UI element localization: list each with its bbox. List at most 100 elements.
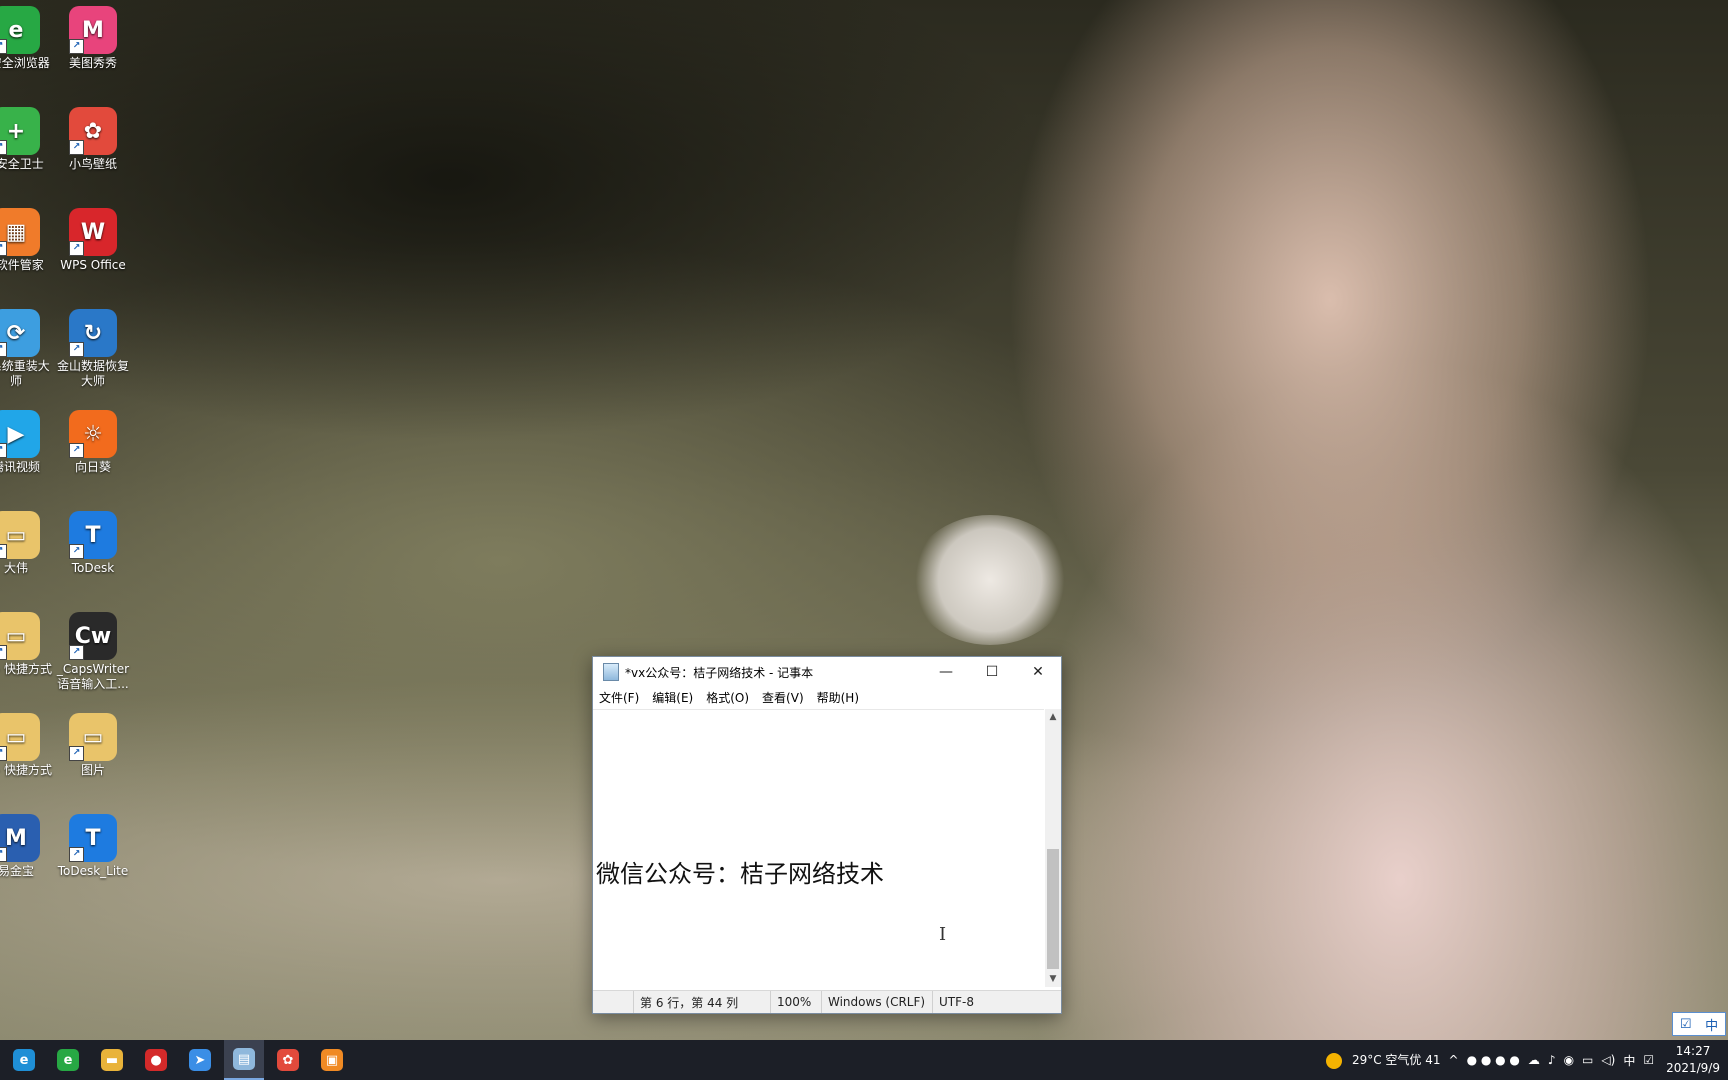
weather-text: 29°C 空气优 41 (1351, 1053, 1441, 1068)
pictures-folder-icon: ▭ ↗ (69, 713, 117, 761)
notepad-icon: ▤ (233, 1048, 255, 1070)
meitu-icon: M ↗ (69, 6, 117, 54)
taskbar-app-button[interactable]: ● (136, 1040, 176, 1080)
desktop-shortcut-label: 件 - 快捷方式 (0, 662, 52, 676)
desktop-shortcut[interactable]: T ↗ ToDesk (55, 511, 131, 576)
microphone-icon[interactable]: ♪ (1548, 1053, 1556, 1067)
desktop-shortcut-label: 美图秀秀 (68, 56, 117, 70)
ime-floating-bar[interactable]: ☑ 中 (1672, 1012, 1726, 1036)
capswriter-icon: Cw ↗ (69, 612, 117, 660)
clock-time: 14:27 (1675, 1044, 1711, 1058)
menu-help[interactable]: 帮助(H) (817, 689, 866, 706)
vertical-scrollbar[interactable]: ▲ ▼ (1045, 709, 1061, 987)
desktop-shortcut[interactable]: M ↗ 美图秀秀 (55, 6, 131, 71)
close-button[interactable]: ✕ (1015, 657, 1061, 687)
taskbar-app-button[interactable]: e (48, 1040, 88, 1080)
text-editor-area[interactable]: 微信公众号：桔子网络技术 I (593, 709, 1044, 988)
system-clock[interactable]: 14:27 2021/9/9 (1658, 1043, 1728, 1077)
taskbar-app-button[interactable]: ▣ (312, 1040, 352, 1080)
desktop-shortcut[interactable]: ▭↗ 大伟 (0, 511, 54, 576)
taskbar-app-button[interactable]: ➤ (180, 1040, 220, 1080)
desktop-shortcut[interactable]: Cw ↗ _CapsWriter语音输入工... (55, 612, 131, 692)
scroll-down-arrow-icon[interactable]: ▼ (1045, 971, 1061, 987)
maximize-button[interactable]: ☐ (969, 657, 1015, 687)
desktop-shortcut[interactable]: ▭ ↗ 图片 (55, 713, 131, 778)
desktop-shortcut[interactable]: ▭↗ 件 - 快捷方式 (0, 612, 54, 677)
shortcut-arrow-icon: ↗ (69, 645, 84, 660)
shortcut-arrow-icon: ↗ (69, 544, 84, 559)
qq-tray-icons[interactable]: ● ● ● ● (1467, 1053, 1520, 1067)
desktop-shortcut[interactable]: M↗ 易金宝 (0, 814, 54, 879)
action-center-icon[interactable]: ☑ (1643, 1053, 1654, 1067)
wechat-icon[interactable]: ◉ (1564, 1053, 1574, 1067)
desktop-shortcut-label: WPS Office (60, 258, 126, 272)
bird-wallpaper-icon: ✿ ↗ (69, 107, 117, 155)
desktop-shortcut[interactable]: W ↗ WPS Office (55, 208, 131, 273)
desktop-shortcut-label: 0安全浏览器 (0, 56, 50, 70)
tray-ime-indicator[interactable]: 中 (1623, 1052, 1635, 1069)
desktop-shortcut[interactable]: ☼ ↗ 向日葵 (55, 410, 131, 475)
shortcut-arrow-icon: ↗ (69, 140, 84, 155)
shortcut-arrow-icon: ↗ (0, 140, 7, 155)
folder-icon: ▭↗ (0, 511, 40, 559)
taskbar-app-button[interactable]: ▤ (224, 1040, 264, 1080)
edge-icon: e (13, 1049, 35, 1071)
status-line-ending: Windows (CRLF) (821, 991, 932, 1013)
weather-widget[interactable]: 29°C 空气优 41 (1326, 1051, 1441, 1069)
system-reinstall-icon: ⟳↗ (0, 309, 40, 357)
taskbar-app-button[interactable]: e (4, 1040, 44, 1080)
desktop-shortcut[interactable]: ↻ ↗ 金山数据恢复大师 (55, 309, 131, 389)
desktop-shortcut[interactable]: ▶↗ 腾讯视频 (0, 410, 54, 475)
ime-mode[interactable]: 中 (1705, 1015, 1718, 1034)
taskbar-apps: e e ▬ ● ➤ ▤ ✿ ▣ (0, 1040, 352, 1080)
shortcut-arrow-icon: ↗ (69, 746, 84, 761)
desktop-shortcut[interactable]: ✿ ↗ 小鸟壁纸 (55, 107, 131, 172)
scrollbar-thumb[interactable] (1047, 849, 1059, 969)
volume-icon[interactable]: ◁) (1601, 1053, 1615, 1067)
menu-edit[interactable]: 编辑(E) (652, 689, 700, 706)
shortcut-arrow-icon: ↗ (0, 39, 7, 54)
bird-wallpaper-icon: ✿ (277, 1049, 299, 1071)
desktop-shortcut-label: 0安全卫士 (0, 157, 44, 171)
desktop-shortcut-label: 0软件管家 (0, 258, 44, 272)
scroll-up-arrow-icon[interactable]: ▲ (1045, 709, 1061, 725)
menu-file[interactable]: 文件(F) (599, 689, 646, 706)
notepad-titlebar[interactable]: *vx公众号：桔子网络技术 - 记事本 — ☐ ✕ (593, 657, 1061, 687)
desktop-shortcut[interactable]: ▦↗ 0软件管家 (0, 208, 54, 273)
wallpaper-dandelion (910, 515, 1070, 645)
ime-check-icon[interactable]: ☑ (1680, 1017, 1692, 1032)
menu-format[interactable]: 格式(O) (706, 689, 756, 706)
app-icon: M↗ (0, 814, 40, 862)
notepad-app-icon (603, 663, 619, 681)
desktop-shortcut[interactable]: T ↗ ToDesk_Lite (55, 814, 131, 879)
status-zoom: 100% (770, 991, 821, 1013)
desktop-shortcut[interactable]: e↗ 0安全浏览器 (0, 6, 54, 71)
window-title: *vx公众号：桔子网络技术 - 记事本 (625, 665, 814, 680)
tray-expand-icon[interactable]: ^ (1449, 1053, 1459, 1067)
editor-text-line[interactable]: 微信公众号：桔子网络技术 (596, 854, 884, 889)
network-icon[interactable]: ▭ (1582, 1053, 1593, 1067)
minimize-button[interactable]: — (923, 657, 969, 687)
shortcut-arrow-icon: ↗ (0, 443, 7, 458)
360-browser-icon: e↗ (0, 6, 40, 54)
folder-shortcut-icon: ▭↗ (0, 612, 40, 660)
desktop-shortcut[interactable]: ▭↗ 具 - 快捷方式 (0, 713, 54, 778)
shortcut-arrow-icon: ↗ (0, 746, 7, 761)
desktop-shortcut-label: ToDesk_Lite (57, 864, 129, 878)
data-recovery-icon: ↻ ↗ (69, 309, 117, 357)
shortcut-arrow-icon: ↗ (0, 342, 7, 357)
desktop-shortcut-label: ToDesk (71, 561, 115, 575)
desktop-shortcut-label: 大伟 (3, 561, 28, 575)
desktop-shortcut[interactable]: +↗ 0安全卫士 (0, 107, 54, 172)
desktop-shortcut[interactable]: ⟳↗0系统重装大师 (0, 309, 54, 389)
shortcut-arrow-icon: ↗ (69, 342, 84, 357)
desktop-shortcut-label: 向日葵 (74, 460, 111, 474)
taskbar-app-button[interactable]: ▬ (92, 1040, 132, 1080)
shortcut-arrow-icon: ↗ (69, 443, 84, 458)
taskbar-app-button[interactable]: ✿ (268, 1040, 308, 1080)
todesk-lite-icon: T ↗ (69, 814, 117, 862)
status-encoding: UTF-8 (932, 991, 1029, 1013)
notepad-window[interactable]: *vx公众号：桔子网络技术 - 记事本 — ☐ ✕ 文件(F) 编辑(E) 格式… (592, 656, 1062, 1014)
menu-view[interactable]: 查看(V) (762, 689, 811, 706)
cloud-icon[interactable]: ☁ (1528, 1053, 1540, 1067)
